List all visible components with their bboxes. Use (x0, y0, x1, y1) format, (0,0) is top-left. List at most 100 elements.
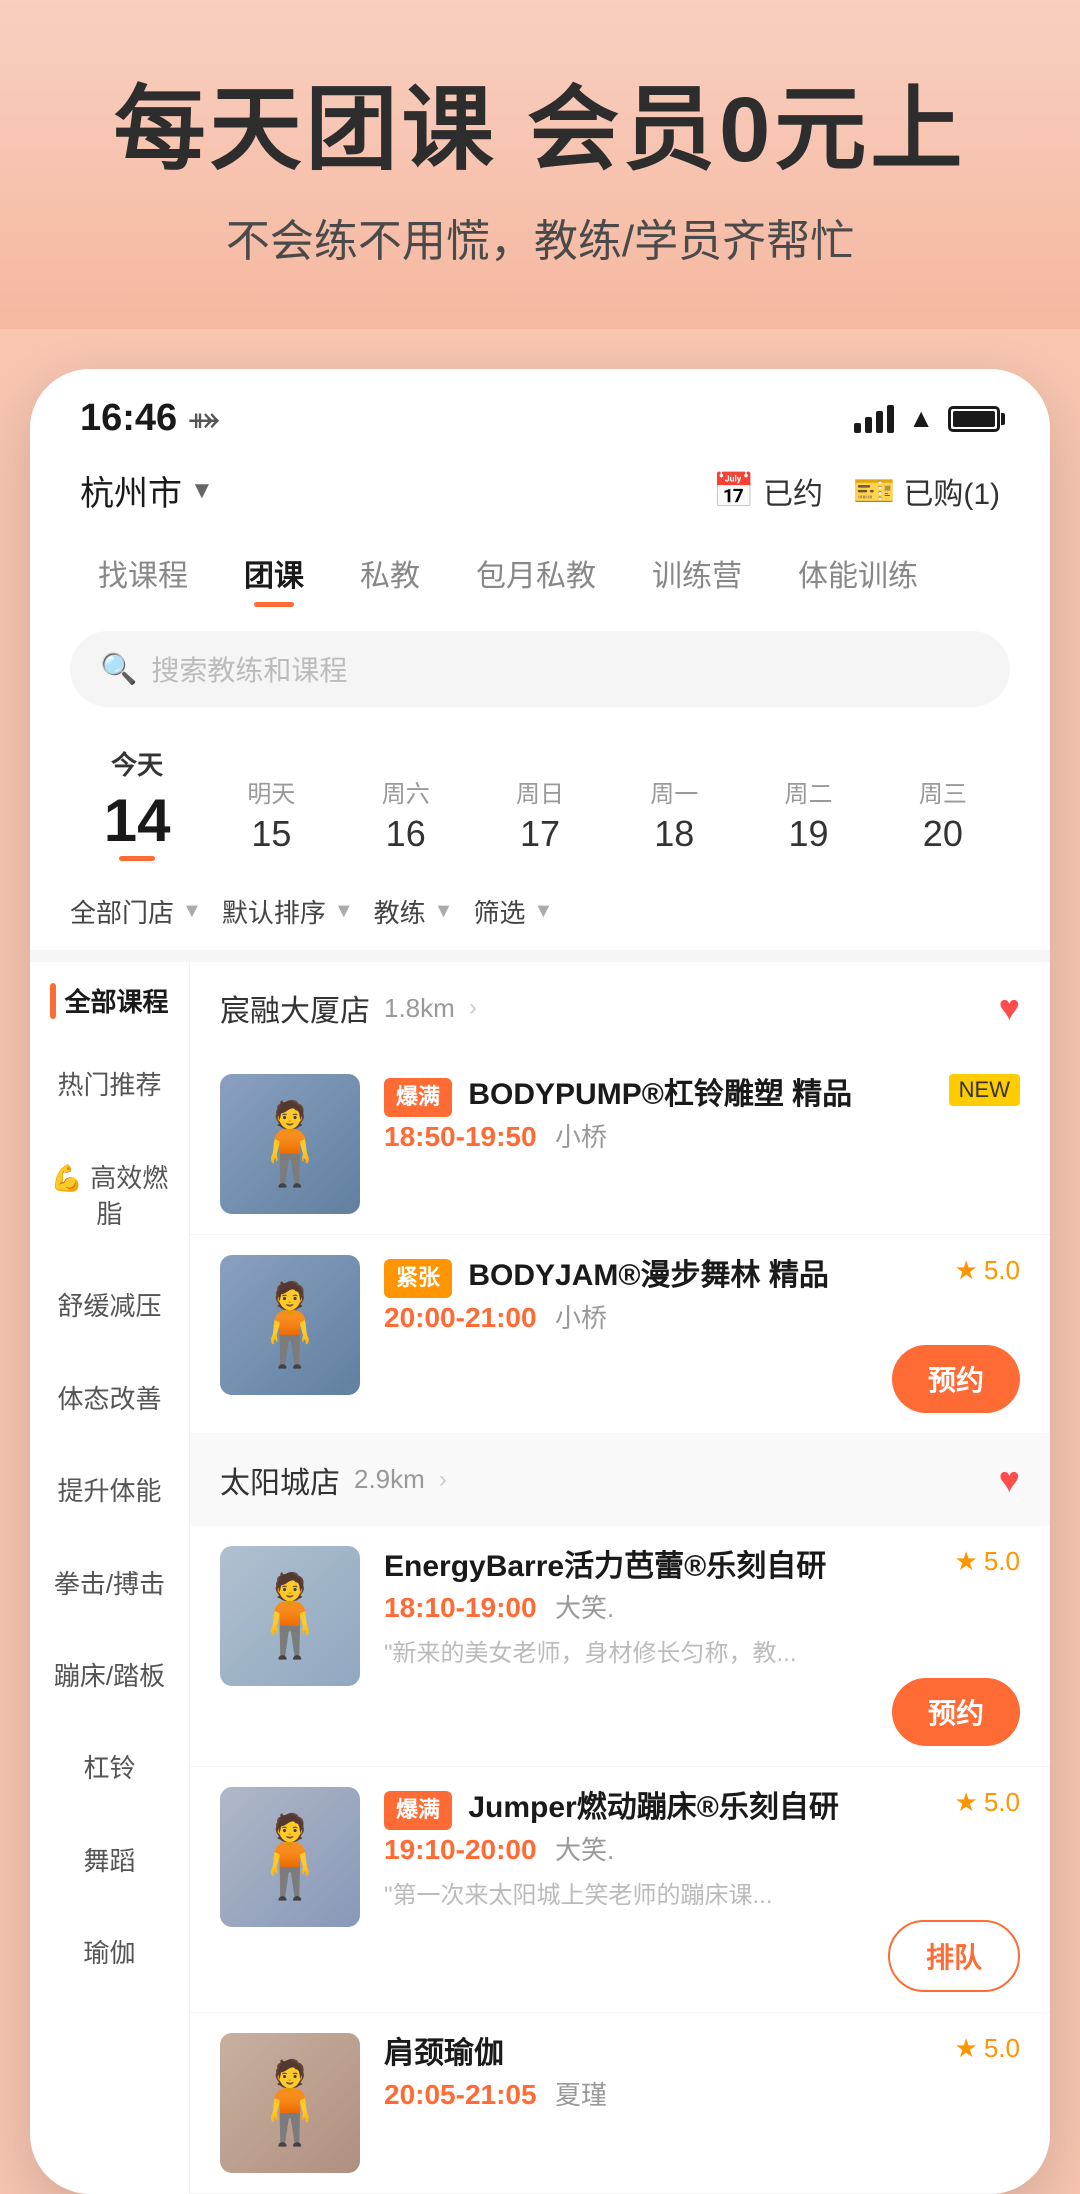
filter-more[interactable]: 筛选 ▼ (473, 893, 553, 930)
sidebar-item-boxing[interactable]: 拳击/搏击 (30, 1538, 189, 1630)
table-row[interactable]: 🧍 紧张 BODYJAM®漫步舞林 精品 ★ 5.0 2 (190, 1235, 1050, 1434)
course-title-row: 爆满 BODYPUMP®杠铃雕塑 精品 NEW (384, 1074, 1020, 1117)
date-number-5: 19 (741, 813, 875, 855)
star-icon: ★ (955, 1787, 978, 1818)
sidebar-item-hot[interactable]: 热门推荐 (30, 1039, 189, 1131)
search-input[interactable]: 搜索教练和课程 (151, 649, 347, 689)
favorite-icon-1[interactable]: ♥ (999, 987, 1020, 1029)
app-header: 杭州市 ▼ 📅 已约 🎫 已购(1) (30, 450, 1050, 525)
date-item-1[interactable]: 明天 15 (204, 766, 338, 863)
hero-title: 每天团课 会员0元上 (60, 80, 1020, 181)
booked-label: 已约 (763, 469, 823, 513)
date-item-6[interactable]: 周三 20 (876, 766, 1010, 863)
chevron-down-icon: ▼ (190, 477, 214, 505)
purchased-button[interactable]: 🎫 已购(1) (853, 469, 1000, 513)
course-title: 肩颈瑜伽 (384, 2033, 945, 2075)
rating-value: 5.0 (984, 1546, 1020, 1577)
favorite-icon-2[interactable]: ♥ (999, 1459, 1020, 1501)
date-item-3[interactable]: 周日 17 (473, 766, 607, 863)
course-teacher: 夏瑾 (555, 2080, 607, 2110)
course-title-row: 肩颈瑜伽 ★ 5.0 (384, 2033, 1020, 2075)
location-text: 杭州市 (80, 466, 182, 515)
course-teacher: 大笑. (555, 1593, 614, 1623)
course-thumbnail: 🧍 (220, 1255, 360, 1395)
sidebar-item-yoga[interactable]: 瑜伽 (30, 1907, 189, 1999)
booked-button[interactable]: 📅 已约 (713, 469, 823, 513)
queue-button[interactable]: 排队 (888, 1920, 1020, 1992)
date-item-4[interactable]: 周一 18 (607, 766, 741, 863)
rating-value: 5.0 (984, 2033, 1020, 2064)
sidebar-item-strength[interactable]: 提升体能 (30, 1445, 189, 1537)
tab-fitness-training[interactable]: 体能训练 (770, 535, 946, 611)
tab-private[interactable]: 私教 (332, 535, 448, 611)
sidebar-item-barbell[interactable]: 杠铃 (30, 1722, 189, 1814)
tab-camp[interactable]: 训练营 (624, 535, 770, 611)
store-header-2[interactable]: 太阳城店 2.9km › ♥ (190, 1434, 1050, 1526)
status-time: 16:46 ⤁ (80, 397, 219, 440)
course-time-teacher: 20:05-21:05 夏瑾 (384, 2075, 1020, 2112)
table-row[interactable]: 🧍 肩颈瑜伽 ★ 5.0 20:05-21:05 夏瑾 (190, 2013, 1050, 2194)
sidebar-item-trampoline[interactable]: 蹦床/踏板 (30, 1630, 189, 1722)
date-item-5[interactable]: 周二 19 (741, 766, 875, 863)
sidebar-item-relax[interactable]: 舒缓减压 (30, 1260, 189, 1352)
star-icon: ★ (955, 1255, 978, 1286)
store-name-1: 宸融大厦店 (220, 986, 370, 1030)
course-title-row: EnergyBarre活力芭蕾®乐刻自研 ★ 5.0 (384, 1546, 1020, 1588)
content-area: 全部课程 热门推荐 💪 高效燃脂 舒缓减压 体态改善 提升体能 拳击/搏击 蹦床… (30, 962, 1050, 2194)
date-label-1: 明天 (204, 774, 338, 809)
course-time: 20:05-21:05 (384, 2079, 537, 2110)
tab-monthly-private[interactable]: 包月私教 (448, 535, 624, 611)
filter-store[interactable]: 全部门店 ▼ (70, 893, 202, 930)
course-teacher: 大笑. (555, 1835, 614, 1865)
course-rating: ★ 5.0 (955, 2033, 1020, 2064)
location-selector[interactable]: 杭州市 ▼ (80, 466, 214, 515)
tab-find-course[interactable]: 找课程 (70, 535, 216, 611)
table-row[interactable]: 🧍 EnergyBarre活力芭蕾®乐刻自研 ★ 5.0 18:10-19:00… (190, 1526, 1050, 1767)
course-title-row: 紧张 BODYJAM®漫步舞林 精品 ★ 5.0 (384, 1255, 1020, 1298)
hero-subtitle: 不会练不用慌，教练/学员齐帮忙 (60, 205, 1020, 269)
course-time-teacher: 20:00-21:00 小桥 (384, 1298, 1020, 1335)
date-item-2[interactable]: 周六 16 (339, 766, 473, 863)
tab-group-class[interactable]: 团课 (216, 535, 332, 611)
table-row[interactable]: 🧍 爆满 BODYPUMP®杠铃雕塑 精品 NEW 18:50-19:50 小桥 (190, 1054, 1050, 1235)
filter-coach[interactable]: 教练 ▼ (374, 893, 454, 930)
date-number-3: 17 (473, 813, 607, 855)
course-time-teacher: 19:10-20:00 大笑. (384, 1830, 1020, 1867)
course-thumbnail: 🧍 (220, 1787, 360, 1927)
date-label-4: 周一 (607, 774, 741, 809)
course-action: 预约 (384, 1345, 1020, 1413)
person-image: 🧍 (240, 1569, 340, 1663)
course-title: 爆满 BODYPUMP®杠铃雕塑 精品 (384, 1074, 939, 1117)
hero-section: 每天团课 会员0元上 不会练不用慌，教练/学员齐帮忙 (0, 0, 1080, 329)
course-time-teacher: 18:10-19:00 大笑. (384, 1588, 1020, 1625)
purchased-label: 已购(1) (903, 469, 1000, 513)
course-action: 排队 (384, 1920, 1020, 1992)
store-header-1[interactable]: 宸融大厦店 1.8km › ♥ (190, 962, 1050, 1054)
reserve-button[interactable]: 预约 (892, 1345, 1020, 1413)
date-today[interactable]: 今天 14 (70, 737, 204, 863)
course-rating: ★ 5.0 (955, 1255, 1020, 1286)
course-title: 爆满 Jumper燃动蹦床®乐刻自研 (384, 1787, 945, 1830)
filter-sort[interactable]: 默认排序 ▼ (222, 893, 354, 930)
sidebar-item-fat-burn[interactable]: 💪 高效燃脂 (30, 1132, 189, 1261)
course-action: 预约 (384, 1678, 1020, 1746)
phone-mockup: 16:46 ⤁ ▲ 杭州市 ▼ 📅 已约 (30, 369, 1050, 2194)
section-divider (30, 950, 1050, 962)
store-info-2: 太阳城店 2.9km › (220, 1458, 447, 1502)
course-thumbnail: 🧍 (220, 1546, 360, 1686)
course-title: 紧张 BODYJAM®漫步舞林 精品 (384, 1255, 945, 1298)
rating-value: 5.0 (984, 1787, 1020, 1818)
course-rating: ★ 5.0 (955, 1787, 1020, 1818)
sidebar-item-posture[interactable]: 体态改善 (30, 1353, 189, 1445)
chevron-down-icon: ▼ (533, 900, 553, 923)
date-label-5: 周二 (741, 774, 875, 809)
date-selector: 今天 14 明天 15 周六 16 周日 17 周一 18 周二 19 周三 2… (30, 727, 1050, 873)
search-bar[interactable]: 🔍 搜索教练和课程 (70, 631, 1010, 707)
course-info: 爆满 Jumper燃动蹦床®乐刻自研 ★ 5.0 19:10-20:00 大笑.… (384, 1787, 1020, 1992)
course-info: 爆满 BODYPUMP®杠铃雕塑 精品 NEW 18:50-19:50 小桥 (384, 1074, 1020, 1154)
chevron-down-icon: ▼ (334, 900, 354, 923)
status-badge-tight: 紧张 (384, 1259, 452, 1298)
table-row[interactable]: 🧍 爆满 Jumper燃动蹦床®乐刻自研 ★ 5.0 1 (190, 1767, 1050, 2013)
reserve-button[interactable]: 预约 (892, 1678, 1020, 1746)
sidebar-item-dance[interactable]: 舞蹈 (30, 1815, 189, 1907)
